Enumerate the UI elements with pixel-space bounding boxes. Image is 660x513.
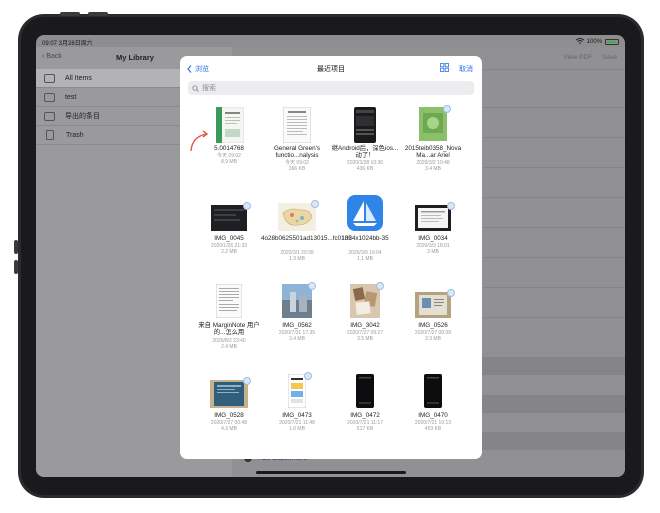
document-thumbnail: [216, 107, 244, 143]
document-thumbnail: [216, 284, 242, 318]
file-size: 1.3 MB: [289, 256, 305, 262]
file-size: 4.3 MB: [221, 426, 237, 432]
sidebar-item-label: Trash: [66, 131, 84, 139]
file-name: IMG_3042: [350, 322, 380, 329]
file-size: 2.2 MB: [221, 249, 237, 255]
screenshot-thumbnail: [354, 107, 376, 143]
folder-icon: [44, 111, 55, 121]
screenshot-thumbnail: [288, 374, 306, 408]
file-size: 3.4 MB: [289, 336, 305, 342]
side-button: [14, 260, 18, 274]
sidebar-item-label: test: [65, 93, 77, 101]
back-button[interactable]: ‹ Back: [42, 53, 62, 60]
picker-header: 浏览 最近项目 取消: [180, 56, 482, 80]
cloud-icon: [447, 289, 455, 297]
file-name: IMG_0473: [282, 412, 312, 419]
trash-icon: [46, 130, 54, 140]
cloud-icon: [447, 202, 455, 210]
photo-thumbnail: [282, 284, 312, 318]
cloud-icon: [376, 282, 384, 290]
save-button[interactable]: Save: [602, 54, 617, 61]
picker-title: 最近项目: [317, 66, 345, 73]
wifi-icon: [575, 38, 584, 46]
sidebar-item-label: All Items: [65, 74, 92, 82]
photo-thumbnail: [350, 284, 380, 318]
search-icon: [192, 84, 199, 92]
photo-thumbnail: [210, 380, 248, 408]
file-name: IMG_0472: [350, 412, 380, 419]
file-picker-modal: 浏览 最近项目 取消 搜索 5.0014768 今天 09:02 8.9 MB …: [180, 56, 482, 459]
file-name: IMG_0034: [418, 235, 448, 242]
battery-percent: 100%: [586, 39, 602, 45]
file-name: IMG_0528: [214, 412, 244, 419]
file-size: 3 MB: [427, 249, 439, 255]
cloud-icon: [443, 105, 451, 113]
file-size: 8.9 MB: [221, 159, 237, 165]
file-name: IMG_0045: [214, 235, 244, 242]
file-size: 436 KB: [356, 166, 374, 172]
file-name: IMG_0470: [418, 412, 448, 419]
sidebar-title: My Library: [116, 53, 154, 62]
volume-button: [60, 12, 80, 16]
file-name: General Green's functio...nalysis: [273, 145, 320, 160]
file-name: IMG_0562: [282, 322, 312, 329]
grid-view-icon[interactable]: [440, 63, 449, 72]
cloud-icon: [243, 377, 251, 385]
file-size: 3.3 MB: [425, 336, 441, 342]
image-thumbnail: [211, 205, 247, 231]
map-thumbnail: [278, 203, 316, 231]
file-size: 453 KB: [424, 426, 442, 432]
view-pdf-button[interactable]: View PDF: [563, 54, 592, 61]
status-bar: 09:07 3月28日周六 100%: [36, 35, 625, 47]
file-size: 366 KB: [288, 166, 306, 172]
screenshot-thumbnail: [356, 374, 374, 408]
side-button: [14, 240, 18, 254]
battery-icon: [605, 39, 619, 45]
volume-button: [88, 12, 108, 16]
app-icon-thumbnail: [347, 195, 383, 231]
status-time: 09:07 3月28日周六: [42, 41, 93, 47]
file-size: 517 KB: [356, 426, 374, 432]
file-name: IMG_0526: [418, 322, 448, 329]
file-name: 来自 MarginNote 用户的...怎么用: [198, 322, 260, 337]
cloud-icon: [304, 372, 312, 380]
photo-thumbnail: [415, 292, 451, 318]
file-size: 2.4 MB: [221, 344, 237, 350]
file-size: 3.4 MB: [425, 166, 441, 172]
file-name: 5.0014768: [214, 145, 244, 152]
document-thumbnail: [283, 107, 311, 143]
image-thumbnail: [415, 205, 451, 231]
file-name: 4o28b0625501ad13015...fc0135: [261, 235, 352, 242]
stack-icon: [44, 73, 55, 83]
cloud-icon: [311, 200, 319, 208]
sidebar-item-label: 导出的条目: [65, 113, 100, 120]
file-size: 1.1 MB: [357, 256, 373, 262]
search-field[interactable]: 搜索: [188, 81, 474, 95]
screenshot-thumbnail: [424, 374, 442, 408]
file-size: 1.6 MB: [289, 426, 305, 432]
file-name: 2015teib0358_Nova Ma...ar Ariel: [404, 145, 462, 160]
cloud-icon: [308, 282, 316, 290]
search-placeholder: 搜索: [202, 85, 216, 92]
document-thumbnail: [419, 107, 447, 141]
home-indicator: [256, 471, 406, 474]
cancel-button[interactable]: 取消: [459, 64, 473, 74]
file-name: 1024x1024bb-35: [341, 235, 389, 242]
file-size: 3.5 MB: [357, 336, 373, 342]
cloud-icon: [243, 202, 251, 210]
folder-icon: [44, 92, 55, 102]
file-name: 继Android后，深色ios...动了！: [331, 145, 399, 160]
